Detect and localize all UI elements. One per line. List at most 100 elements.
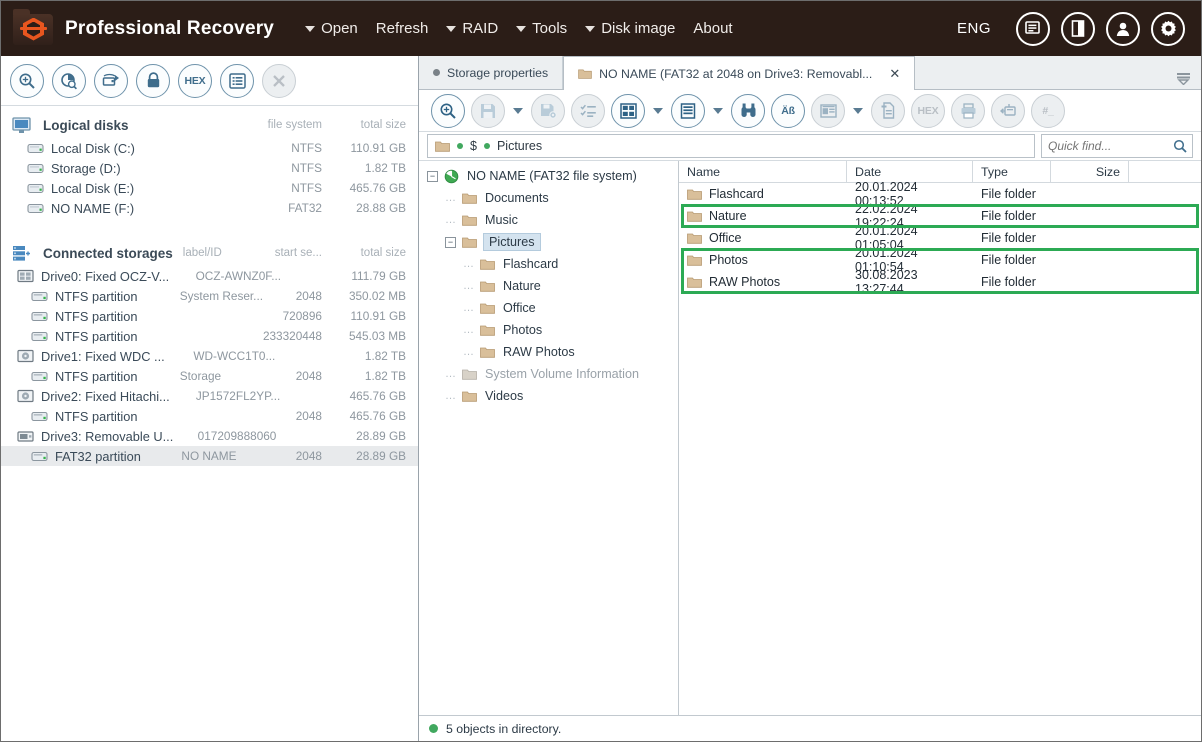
chevron-down-icon[interactable] xyxy=(513,107,523,114)
tree-node[interactable]: − NO NAME (FAT32 file system) xyxy=(419,165,678,187)
open-storage-button[interactable] xyxy=(10,63,44,98)
hdd-icon xyxy=(17,349,34,363)
tree-node[interactable]: … RAW Photos xyxy=(419,341,678,363)
quick-find-input[interactable] xyxy=(1042,139,1168,153)
menu-open[interactable]: Open xyxy=(296,16,367,41)
quick-find[interactable] xyxy=(1041,134,1193,158)
find-button[interactable] xyxy=(731,93,765,128)
unlock-button[interactable] xyxy=(136,63,170,98)
chevron-down-icon[interactable] xyxy=(853,107,863,114)
logical-disk-row[interactable]: NO NAME (F:) FAT32 28.88 GB xyxy=(1,198,418,218)
path-input[interactable]: $ Pictures xyxy=(427,134,1035,158)
storage-partition-row[interactable]: NTFS partition 720896 110.91 GB xyxy=(1,306,418,326)
file-type: File folder xyxy=(981,231,1036,245)
logical-disk-row[interactable]: Local Disk (E:) NTFS 465.76 GB xyxy=(1,178,418,198)
tree-node[interactable]: … Documents xyxy=(419,187,678,209)
export-button[interactable] xyxy=(991,93,1025,128)
folder-icon xyxy=(480,347,495,358)
tree-node[interactable]: … Videos xyxy=(419,385,678,407)
search-button[interactable] xyxy=(431,93,465,128)
storage-drive-row[interactable]: Drive0: Fixed OCZ-V... OCZ-AWNZ0F... 111.7… xyxy=(1,266,418,286)
tree-node[interactable]: … Flashcard xyxy=(419,253,678,275)
save-options-button[interactable] xyxy=(531,93,565,128)
file-list-row[interactable]: RAW Photos 30.08.2023 13:27:44 File folder xyxy=(679,268,1201,296)
column-header-type[interactable]: Type xyxy=(973,160,1051,183)
collapse-toggle-icon[interactable]: − xyxy=(427,170,438,182)
properties-button[interactable] xyxy=(220,63,254,98)
hex-icon: HEX xyxy=(184,74,206,87)
folder-icon xyxy=(462,369,477,380)
disk-scan-button[interactable] xyxy=(52,63,86,98)
column-header-name[interactable]: Name xyxy=(679,160,847,183)
mount-button[interactable] xyxy=(94,63,128,98)
column-header-size[interactable]: Size xyxy=(1051,160,1129,183)
file-name: RAW Photos xyxy=(709,275,781,289)
storage-drive-row[interactable]: Drive1: Fixed WDC ... WD-WCC1T0... 1.82 TB xyxy=(1,346,418,366)
tree-node[interactable]: … Office xyxy=(419,297,678,319)
close-icon[interactable]: ✕ xyxy=(889,66,900,82)
tab-label: Storage properties xyxy=(447,65,549,80)
checklist-icon xyxy=(579,104,596,117)
tree-node[interactable]: … Music xyxy=(419,209,678,231)
storage-label: System Reser... xyxy=(179,289,264,303)
language-indicator[interactable]: ENG xyxy=(957,20,991,37)
storage-partition-row[interactable]: NTFS partition 233320448 545.03 MB xyxy=(1,326,418,346)
path-segment-root[interactable]: $ xyxy=(470,139,477,153)
logical-disk-filesystem: NTFS xyxy=(291,141,322,155)
storage-partition-row[interactable]: NTFS partition System Reser... 2048 350.02 … xyxy=(1,286,418,306)
copy-file-button[interactable] xyxy=(871,93,905,128)
quick-find-search-button[interactable] xyxy=(1168,135,1192,157)
collapse-toggle-icon[interactable]: − xyxy=(445,236,456,248)
messages-button[interactable] xyxy=(1016,11,1050,46)
menu-refresh[interactable]: Refresh xyxy=(367,16,438,41)
logical-disk-row[interactable]: Local Disk (C:) NTFS 110.91 GB xyxy=(1,138,418,158)
storage-drive-row[interactable]: Drive2: Fixed Hitachi... JP1572FL2YP... 46… xyxy=(1,386,418,406)
storage-partition-row[interactable]: NTFS partition Storage 2048 1.82 TB xyxy=(1,366,418,386)
title-bar: Professional Recovery Open Refresh RAID Too… xyxy=(1,1,1201,56)
path-segment-pictures[interactable]: Pictures xyxy=(497,139,542,153)
tree-node[interactable]: … Photos xyxy=(419,319,678,341)
save-button[interactable] xyxy=(471,93,505,128)
chevron-down-icon[interactable] xyxy=(653,107,663,114)
logical-disk-row[interactable]: Storage (D:) NTFS 1.82 TB xyxy=(1,158,418,178)
tree-node[interactable]: − Pictures xyxy=(419,231,678,253)
hex-view-button[interactable]: HEX xyxy=(178,63,212,98)
encoding-button[interactable]: Äß xyxy=(771,93,805,128)
panel-toggle-button[interactable] xyxy=(1061,11,1095,46)
tab-storage-properties[interactable]: Storage properties xyxy=(419,56,564,89)
tab-no-name-fat32[interactable]: NO NAME (FAT32 at 2048 on Drive3: Remova… xyxy=(563,56,916,90)
tree-node[interactable]: … System Volume Information xyxy=(419,363,678,385)
left-panel: HEX Logical disks file system total size… xyxy=(1,56,419,741)
storage-size: 465.76 GB xyxy=(349,409,406,423)
goto-offset-button[interactable]: #_ xyxy=(1031,93,1065,128)
hdd-icon xyxy=(17,389,34,403)
storage-name: NTFS partition xyxy=(55,308,138,324)
menu-raid[interactable]: RAID xyxy=(437,16,507,41)
tree-leaf-marker-icon: … xyxy=(463,323,474,336)
hex-view-button[interactable]: HEX xyxy=(911,93,945,128)
checklist-button[interactable] xyxy=(571,93,605,128)
view-mode-button[interactable] xyxy=(671,93,705,128)
file-list-body: Flashcard 20.01.2024 00:13:52 File folder … xyxy=(679,180,1201,296)
close-storage-button[interactable] xyxy=(262,63,296,98)
chevron-down-icon[interactable] xyxy=(713,107,723,114)
menu-disk-image[interactable]: Disk image xyxy=(576,16,684,41)
print-button[interactable] xyxy=(951,93,985,128)
account-button[interactable] xyxy=(1106,11,1140,46)
tabstrip-menu-button[interactable] xyxy=(1166,72,1201,89)
storage-drive-row[interactable]: Drive3: Removable U... 017209888060 28.89 … xyxy=(1,426,418,446)
drive-icon xyxy=(27,203,44,213)
menu-about[interactable]: About xyxy=(684,16,741,41)
storage-partition-row[interactable]: FAT32 partition NO NAME 2048 28.89 GB xyxy=(1,446,418,466)
folder-icon xyxy=(462,237,477,248)
storage-size: 1.82 TB xyxy=(364,369,406,383)
logical-disk-size: 465.76 GB xyxy=(349,181,406,195)
preview-button[interactable] xyxy=(811,93,845,128)
menu-tools[interactable]: Tools xyxy=(507,16,576,41)
tree-node[interactable]: … Nature xyxy=(419,275,678,297)
tree-node-label: Documents xyxy=(485,191,549,205)
folder-icon xyxy=(462,391,477,402)
layout-button[interactable] xyxy=(611,93,645,128)
settings-button[interactable] xyxy=(1151,11,1185,46)
storage-partition-row[interactable]: NTFS partition 2048 465.76 GB xyxy=(1,406,418,426)
